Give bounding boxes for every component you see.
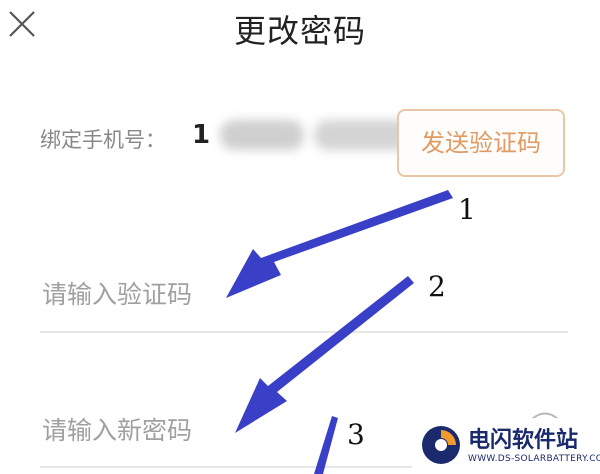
step-number: 1 [458,193,476,226]
step-number: 3 [347,418,365,451]
send-code-button[interactable]: 发送验证码 [397,109,565,177]
code-field [40,268,570,320]
phone-digit: 1 [192,120,211,150]
annotation-layer [226,190,453,474]
phone-blur-mask [220,120,304,150]
phone-value: 1 [192,118,418,156]
step-number: 2 [428,270,446,303]
header: 更改密码 [0,0,600,60]
watermark: 电闪软件站 WWW.DS-SOLARBATTERY.COM [412,418,600,474]
page-title: 更改密码 [233,12,366,50]
code-input[interactable] [40,268,524,320]
phone-label: 绑定手机号： [40,128,166,152]
watermark-subtitle: WWW.DS-SOLARBATTERY.COM [468,454,600,464]
watermark-title: 电闪软件站 [468,428,579,453]
divider [40,331,568,333]
watermark-logo-icon [422,426,460,464]
